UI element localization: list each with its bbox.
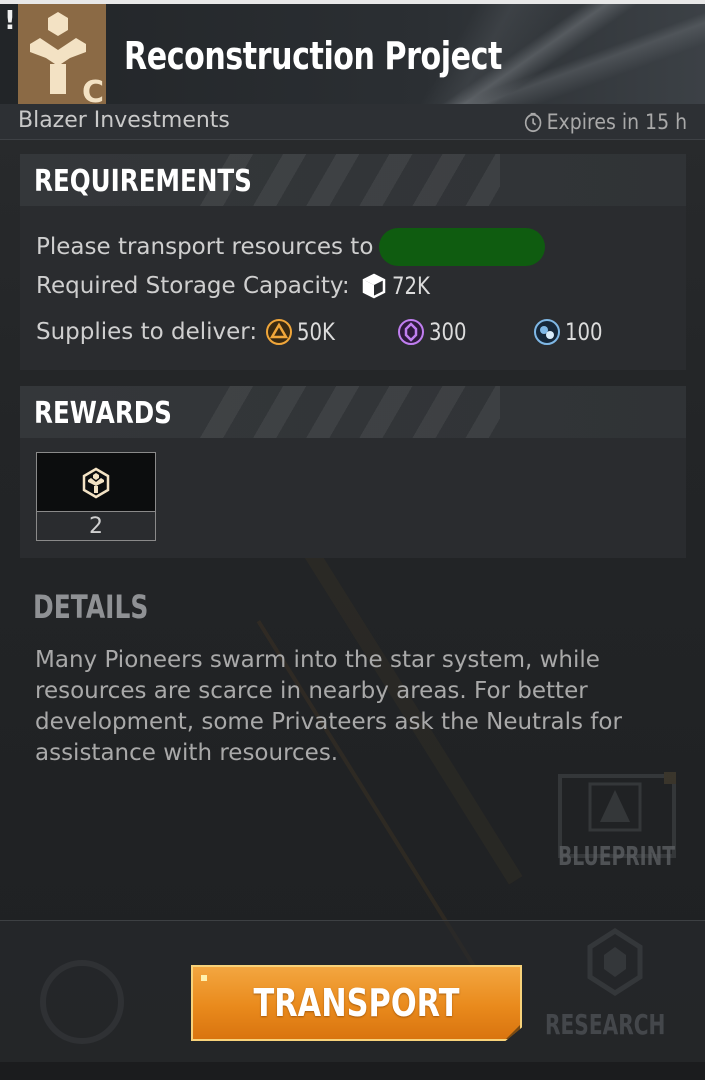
reward-icon-box	[37, 453, 155, 511]
expiry-timer: Expires in 15 h	[523, 110, 687, 134]
page-title: Reconstruction Project	[124, 34, 502, 78]
company-name: Blazer Investments	[18, 108, 230, 133]
alert-icon: !	[4, 6, 16, 36]
section-header: REWARDS	[20, 386, 686, 438]
swirl-icon	[40, 960, 124, 1044]
supplies-line: Supplies to deliver: 50K 300 100	[36, 318, 611, 346]
section-header: REQUIREMENTS	[20, 154, 686, 206]
timer-icon	[524, 112, 542, 133]
corner-accent	[201, 975, 207, 981]
deuterium-icon	[534, 319, 561, 345]
requirements-section: REQUIREMENTS Please transport resources …	[20, 154, 686, 370]
subheader: Blazer Investments Expires in 15 h	[0, 104, 705, 140]
research-icon	[587, 928, 643, 996]
storage-line: Required Storage Capacity: 72K	[36, 272, 438, 300]
storage-label: Required Storage Capacity:	[36, 273, 350, 299]
details-text: Many Pioneers swarm into the star system…	[35, 647, 622, 766]
deuterium-value: 100	[565, 318, 603, 346]
faction-logo-icon: C	[30, 12, 104, 108]
reward-count: 2	[37, 511, 155, 540]
header-stripes	[200, 386, 500, 438]
storage-value: 72K	[391, 272, 430, 300]
metal-icon	[266, 319, 293, 345]
mission-panel: C ! Reconstruction Project Blazer Invest…	[0, 0, 705, 1080]
redacted-destination	[379, 228, 546, 266]
mission-header: C ! Reconstruction Project	[0, 0, 705, 108]
details-title: DETAILS	[33, 588, 149, 626]
supply-crystal: 300	[397, 318, 533, 346]
metal-value: 50K	[297, 318, 336, 346]
blueprint-button[interactable]: BLUEPRINT	[558, 842, 675, 872]
supply-deuterium: 100	[533, 318, 611, 346]
research-button[interactable]: RESEARCH	[545, 1008, 665, 1041]
destination-label: Please transport resources to	[36, 234, 374, 260]
rewards-section: REWARDS 2	[20, 386, 686, 558]
storage-cube-icon	[362, 273, 385, 299]
supply-metal: 50K	[265, 318, 397, 346]
faction-token-icon	[82, 467, 110, 499]
crystal-icon	[398, 319, 425, 345]
destination-line: Please transport resources to	[36, 228, 546, 266]
requirements-title: REQUIREMENTS	[34, 164, 252, 199]
transport-button[interactable]: TRANSPORT	[191, 965, 522, 1041]
transport-label: TRANSPORT	[253, 981, 460, 1025]
rewards-title: REWARDS	[34, 396, 172, 431]
supplies-label: Supplies to deliver:	[36, 319, 258, 345]
reward-item[interactable]: 2	[36, 452, 156, 541]
crystal-value: 300	[429, 318, 467, 346]
faction-badge: C	[18, 4, 106, 108]
bottom-edge	[0, 1062, 705, 1080]
expiry-text: Expires in 15 h	[546, 110, 687, 134]
